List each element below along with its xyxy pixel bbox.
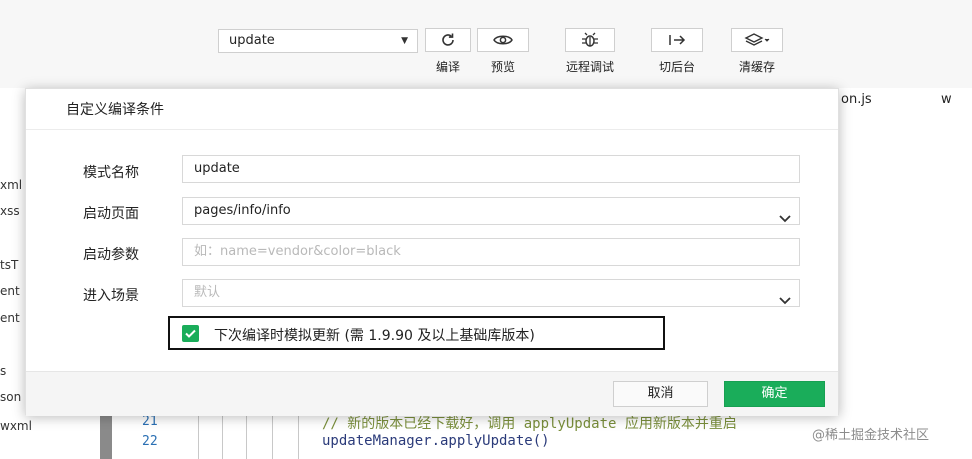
eye-icon xyxy=(493,33,513,47)
clear-cache-label: 清缓存 xyxy=(738,60,775,74)
start-page-value: pages/info/info xyxy=(194,203,291,218)
dialog-footer: 取消 确定 xyxy=(26,371,838,416)
switch-background-icon xyxy=(667,33,687,47)
scene-label: 进入场景 xyxy=(83,288,139,304)
file-tree-item[interactable]: xml xyxy=(0,178,22,192)
compile-label: 编译 xyxy=(435,60,460,74)
layers-icon xyxy=(744,33,770,47)
editor-tab[interactable]: on.js xyxy=(841,92,872,107)
dialog-divider xyxy=(26,129,838,130)
file-tree-item[interactable]: son xyxy=(0,390,21,404)
file-tree-item[interactable]: ent xyxy=(0,311,20,325)
preview-button[interactable] xyxy=(477,28,529,52)
watermark: @稀土掘金技术社区 xyxy=(812,428,930,443)
switch-background-button[interactable] xyxy=(651,28,703,52)
preview-label: 预览 xyxy=(490,60,515,74)
editor-tab[interactable]: w xyxy=(941,92,952,107)
dialog-title: 自定义编译条件 xyxy=(66,102,164,118)
code-line: updateManager.applyUpdate() xyxy=(322,433,550,449)
remote-debug-label: 远程调试 xyxy=(565,60,614,74)
compile-button[interactable] xyxy=(425,28,471,52)
file-tree-item[interactable]: ent xyxy=(0,284,20,298)
start-page-select[interactable]: pages/info/info xyxy=(182,197,800,225)
compile-mode-value: update xyxy=(229,33,275,48)
line-number: 22 xyxy=(142,434,158,449)
scene-placeholder: 默认 xyxy=(194,285,221,300)
indent-guide xyxy=(298,412,299,459)
cancel-button[interactable]: 取消 xyxy=(613,381,708,407)
chevron-down-icon xyxy=(779,207,791,233)
mode-name-label: 模式名称 xyxy=(83,165,139,181)
start-page-label: 启动页面 xyxy=(83,206,139,222)
indent-guide xyxy=(246,412,247,459)
editor-gutter-marker xyxy=(100,410,112,459)
simulate-update-checkbox[interactable] xyxy=(182,325,199,342)
indent-guide xyxy=(198,412,199,459)
refresh-icon xyxy=(440,32,456,48)
simulate-update-label: 下次编译时模拟更新 (需 1.9.90 及以上基础库版本) xyxy=(214,328,535,344)
remote-debug-button[interactable] xyxy=(565,28,615,52)
launch-params-input[interactable]: 如：name=vendor&color=black xyxy=(182,238,800,266)
launch-params-label: 启动参数 xyxy=(83,247,139,263)
clear-cache-button[interactable] xyxy=(731,28,783,52)
toolbar: update ▼ 编译 预览 远程调试 切后台 清缓存 xyxy=(0,0,972,88)
file-tree-item[interactable]: wxml xyxy=(0,419,32,433)
switch-background-label: 切后台 xyxy=(658,60,695,74)
custom-compile-dialog: 自定义编译条件 模式名称 update 启动页面 pages/info/info… xyxy=(25,88,839,416)
bug-icon xyxy=(580,32,600,48)
mode-name-input[interactable]: update xyxy=(182,155,800,183)
launch-params-placeholder: 如：name=vendor&color=black xyxy=(194,244,401,259)
file-tree-item[interactable]: s xyxy=(0,364,6,378)
scene-select[interactable]: 默认 xyxy=(182,279,800,307)
checkmark-icon xyxy=(185,329,196,338)
indent-guide xyxy=(272,412,273,459)
line-number: 21 xyxy=(142,414,158,429)
confirm-button[interactable]: 确定 xyxy=(724,381,825,407)
indent-guide xyxy=(222,412,223,459)
chevron-down-icon xyxy=(779,289,791,315)
code-line: // 新的版本已经下载好，调用 applyUpdate 应用新版本并重启 xyxy=(322,416,737,432)
file-tree-item[interactable]: tsT xyxy=(0,258,18,272)
simulate-update-option: 下次编译时模拟更新 (需 1.9.90 及以上基础库版本) xyxy=(168,316,665,350)
mode-name-value: update xyxy=(194,161,240,176)
file-tree-item[interactable]: xss xyxy=(0,204,20,218)
compile-mode-select[interactable]: update ▼ xyxy=(218,29,418,53)
dropdown-caret-icon: ▼ xyxy=(401,36,408,46)
